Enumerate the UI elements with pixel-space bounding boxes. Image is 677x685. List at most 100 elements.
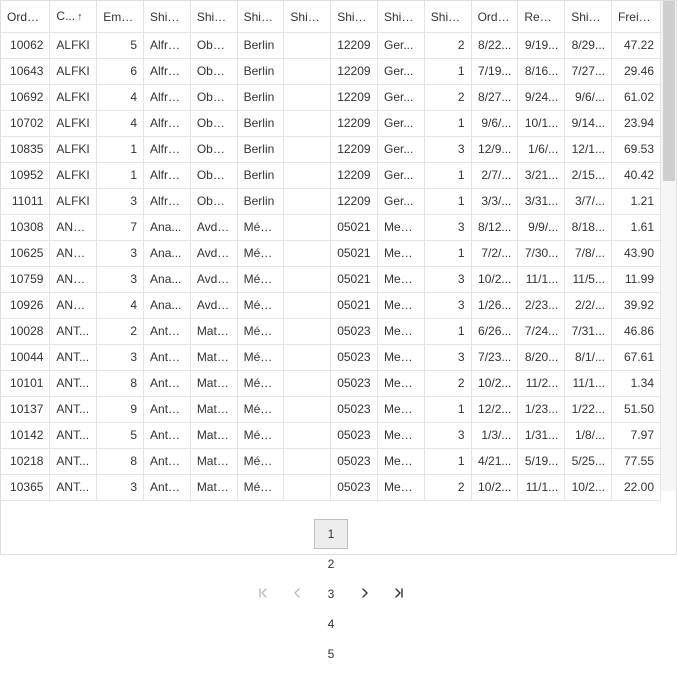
cell-requiredDate[interactable]: 1/31...	[518, 423, 565, 449]
cell-shipPostal[interactable]: 05023	[331, 475, 378, 501]
table-row[interactable]: 11011ALFKI3Alfre...Ober...Berlin12209Ger…	[1, 189, 661, 215]
cell-shipAddress[interactable]: Ober...	[190, 189, 237, 215]
cell-orderDate[interactable]: 1/3/...	[471, 423, 518, 449]
cell-orderDate[interactable]: 1/26...	[471, 293, 518, 319]
pager-first-button[interactable]	[246, 579, 280, 609]
cell-customerId[interactable]: ALFKI	[50, 137, 97, 163]
cell-shipVia[interactable]: 3	[424, 293, 471, 319]
cell-orderId[interactable]: 10142	[1, 423, 50, 449]
cell-shipVia[interactable]: 2	[424, 85, 471, 111]
cell-shipVia[interactable]: 3	[424, 345, 471, 371]
cell-shipName[interactable]: Anto...	[144, 371, 191, 397]
cell-shipPostal[interactable]: 12209	[331, 33, 378, 59]
cell-shipVia[interactable]: 1	[424, 449, 471, 475]
cell-freight[interactable]: 46.86	[611, 319, 660, 345]
cell-customerId[interactable]: ANT...	[50, 397, 97, 423]
cell-shipVia[interactable]: 1	[424, 397, 471, 423]
cell-customerId[interactable]: ANT...	[50, 319, 97, 345]
cell-shippedDate[interactable]: 2/15...	[565, 163, 612, 189]
table-row[interactable]: 10308ANA...7Ana...Avda...Méxi...05021Mex…	[1, 215, 661, 241]
cell-orderId[interactable]: 10625	[1, 241, 50, 267]
cell-shippedDate[interactable]: 1/8/...	[565, 423, 612, 449]
cell-shipName[interactable]: Alfre...	[144, 137, 191, 163]
cell-shipCity[interactable]: Berlin	[237, 137, 284, 163]
cell-shipVia[interactable]: 1	[424, 163, 471, 189]
cell-customerId[interactable]: ALFKI	[50, 33, 97, 59]
pager-prev-button[interactable]	[280, 579, 314, 609]
column-header-shipVia[interactable]: Ship...	[424, 1, 471, 33]
cell-shipPostal[interactable]: 05023	[331, 345, 378, 371]
cell-shipRegion[interactable]	[284, 293, 331, 319]
cell-shipCity[interactable]: Berlin	[237, 163, 284, 189]
cell-shipPostal[interactable]: 05021	[331, 267, 378, 293]
cell-customerId[interactable]: ANA...	[50, 215, 97, 241]
cell-requiredDate[interactable]: 8/16...	[518, 59, 565, 85]
cell-shipPostal[interactable]: 12209	[331, 163, 378, 189]
cell-customerId[interactable]: ANT...	[50, 423, 97, 449]
cell-shipCountry[interactable]: Mexi...	[378, 293, 425, 319]
cell-shipAddress[interactable]: Mata...	[190, 345, 237, 371]
cell-employeeId[interactable]: 1	[97, 137, 144, 163]
pager-page-4[interactable]: 4	[314, 609, 348, 639]
table-row[interactable]: 10625ANA...3Ana...Avda...Méxi...05021Mex…	[1, 241, 661, 267]
cell-shipRegion[interactable]	[284, 267, 331, 293]
cell-shipRegion[interactable]	[284, 215, 331, 241]
cell-requiredDate[interactable]: 3/21...	[518, 163, 565, 189]
cell-employeeId[interactable]: 3	[97, 241, 144, 267]
cell-shipCity[interactable]: Méxi...	[237, 345, 284, 371]
cell-freight[interactable]: 22.00	[611, 475, 660, 501]
cell-freight[interactable]: 7.97	[611, 423, 660, 449]
cell-requiredDate[interactable]: 3/31...	[518, 189, 565, 215]
cell-orderDate[interactable]: 8/27...	[471, 85, 518, 111]
table-row[interactable]: 10702ALFKI4Alfre...Ober...Berlin12209Ger…	[1, 111, 661, 137]
cell-requiredDate[interactable]: 10/1...	[518, 111, 565, 137]
cell-shipCity[interactable]: Méxi...	[237, 267, 284, 293]
cell-shipCountry[interactable]: Ger...	[378, 189, 425, 215]
cell-employeeId[interactable]: 3	[97, 189, 144, 215]
cell-customerId[interactable]: ALFKI	[50, 111, 97, 137]
column-header-customerId[interactable]: C...↑	[50, 1, 97, 33]
cell-shippedDate[interactable]: 8/29...	[565, 33, 612, 59]
cell-shipCountry[interactable]: Ger...	[378, 59, 425, 85]
cell-orderDate[interactable]: 9/6/...	[471, 111, 518, 137]
cell-shipCountry[interactable]: Mexi...	[378, 319, 425, 345]
table-row[interactable]: 10759ANA...3Ana...Avda...Méxi...05021Mex…	[1, 267, 661, 293]
cell-shippedDate[interactable]: 8/1/...	[565, 345, 612, 371]
cell-employeeId[interactable]: 3	[97, 267, 144, 293]
cell-shipPostal[interactable]: 12209	[331, 59, 378, 85]
cell-shipName[interactable]: Ana...	[144, 293, 191, 319]
cell-customerId[interactable]: ANT...	[50, 345, 97, 371]
cell-orderId[interactable]: 10643	[1, 59, 50, 85]
cell-shippedDate[interactable]: 7/8/...	[565, 241, 612, 267]
cell-shipPostal[interactable]: 05023	[331, 319, 378, 345]
cell-freight[interactable]: 23.94	[611, 111, 660, 137]
cell-employeeId[interactable]: 7	[97, 215, 144, 241]
pager-page-2[interactable]: 2	[314, 549, 348, 579]
cell-employeeId[interactable]: 3	[97, 345, 144, 371]
cell-orderDate[interactable]: 7/23...	[471, 345, 518, 371]
cell-shipCity[interactable]: Méxi...	[237, 319, 284, 345]
cell-orderDate[interactable]: 8/12...	[471, 215, 518, 241]
cell-shippedDate[interactable]: 8/18...	[565, 215, 612, 241]
cell-shipVia[interactable]: 1	[424, 319, 471, 345]
cell-employeeId[interactable]: 4	[97, 293, 144, 319]
cell-orderDate[interactable]: 8/22...	[471, 33, 518, 59]
cell-orderId[interactable]: 10044	[1, 345, 50, 371]
cell-shipName[interactable]: Anto...	[144, 345, 191, 371]
cell-shipCountry[interactable]: Ger...	[378, 33, 425, 59]
cell-shipName[interactable]: Ana...	[144, 267, 191, 293]
column-header-orderDate[interactable]: Orde...	[471, 1, 518, 33]
cell-shipCity[interactable]: Méxi...	[237, 449, 284, 475]
cell-shipCountry[interactable]: Ger...	[378, 163, 425, 189]
cell-shipAddress[interactable]: Mata...	[190, 319, 237, 345]
cell-orderDate[interactable]: 4/21...	[471, 449, 518, 475]
cell-employeeId[interactable]: 1	[97, 163, 144, 189]
table-row[interactable]: 10365ANT...3Anto...Mata...Méxi...05023Me…	[1, 475, 661, 501]
cell-shipRegion[interactable]	[284, 85, 331, 111]
cell-employeeId[interactable]: 9	[97, 397, 144, 423]
cell-freight[interactable]: 77.55	[611, 449, 660, 475]
cell-shipVia[interactable]: 1	[424, 241, 471, 267]
cell-shipPostal[interactable]: 05023	[331, 449, 378, 475]
cell-orderDate[interactable]: 6/26...	[471, 319, 518, 345]
pager-next-button[interactable]	[348, 579, 382, 609]
